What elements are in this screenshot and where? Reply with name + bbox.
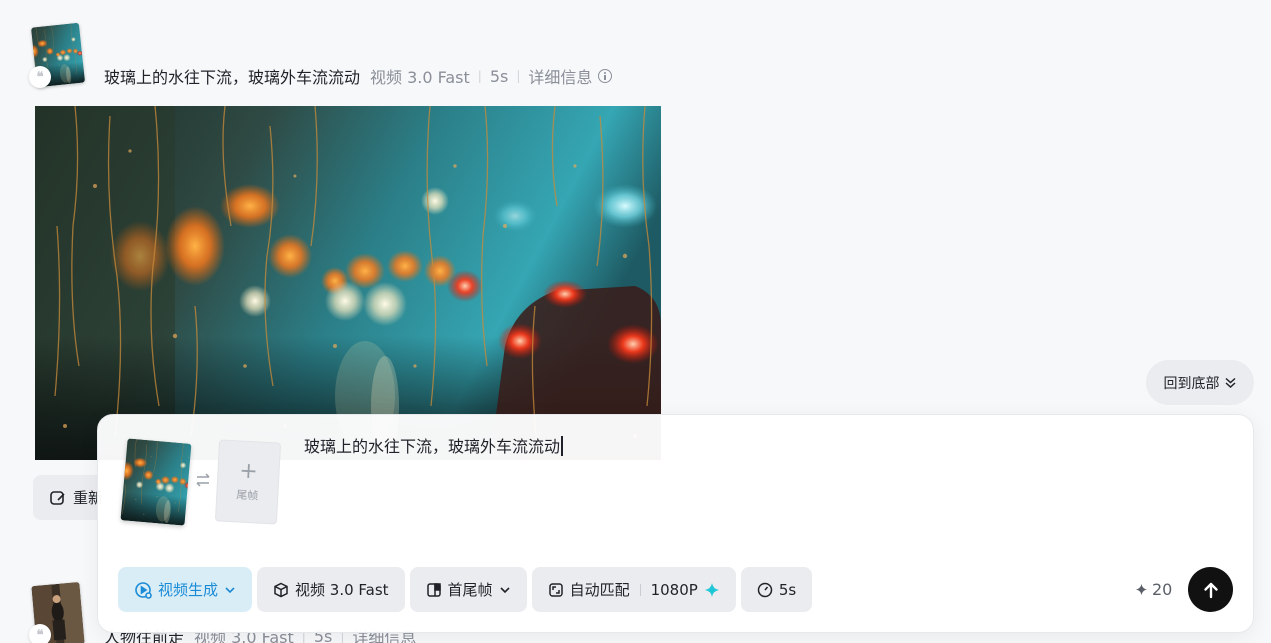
composer-toolbar: 视频生成 视频 3.0 Fast 首尾帧 自动匹配 1080P 5s (118, 567, 813, 612)
duration-select[interactable]: 5s (740, 567, 813, 612)
quote-icon: ❝ (29, 624, 51, 643)
info-icon[interactable] (598, 69, 613, 83)
credits-value: 20 (1152, 579, 1173, 599)
aspect-ratio-icon (548, 582, 563, 597)
feed-item-prompt-line: 玻璃上的水往下流，玻璃外车流流动 视频 3.0 Fast | 5s | 详细信息 (104, 64, 613, 88)
video-generate-icon (135, 581, 152, 599)
credits-cost: 20 (1135, 578, 1172, 600)
swap-frames-icon[interactable] (194, 471, 212, 489)
prompt-input[interactable]: 玻璃上的水往下流，玻璃外车流流动 (304, 436, 563, 458)
ratio-resolution-select[interactable]: 自动匹配 1080P (531, 567, 736, 612)
last-frame-label: 尾帧 (235, 488, 259, 503)
send-button[interactable] (1188, 567, 1233, 612)
meta-separator: | (477, 69, 482, 83)
first-frame-image[interactable] (120, 438, 192, 526)
details-link[interactable]: 详细信息 (528, 64, 592, 88)
sparkle-icon (704, 582, 719, 597)
quote-icon: ❝ (29, 66, 51, 88)
frames-select[interactable]: 首尾帧 (409, 567, 527, 612)
back-to-bottom-button[interactable]: 回到底部 (1146, 360, 1254, 405)
arrow-up-icon (1203, 582, 1218, 598)
resolution-label: 1080P (650, 580, 698, 599)
cube-icon (274, 582, 288, 597)
chip-divider (639, 583, 641, 596)
duration-label: 5s (778, 580, 797, 599)
clock-icon (757, 582, 773, 597)
feed-item-model: 视频 3.0 Fast (370, 68, 470, 87)
generated-video[interactable] (35, 106, 661, 460)
model-select[interactable]: 视频 3.0 Fast (257, 567, 405, 612)
plus-icon: + (238, 458, 259, 485)
feed-item-prompt[interactable]: 玻璃上的水往下流，玻璃外车流流动 (104, 64, 360, 88)
mode-select[interactable]: 视频生成 (118, 567, 253, 612)
last-frame-upload[interactable]: + 尾帧 (214, 439, 282, 525)
edit-icon (50, 490, 65, 505)
credit-sparkle-icon (1135, 583, 1148, 595)
ratio-label: 自动匹配 (569, 581, 630, 599)
back-to-bottom-label: 回到底部 (1163, 375, 1220, 392)
double-chevron-down-icon (1225, 377, 1235, 389)
chevron-down-icon (225, 586, 235, 593)
mode-label: 视频生成 (158, 581, 219, 599)
model-label: 视频 3.0 Fast (295, 581, 389, 599)
frames-label: 首尾帧 (447, 581, 493, 599)
feed-item-duration: 5s (489, 66, 509, 86)
frames-icon (426, 582, 441, 597)
chevron-down-icon (499, 586, 510, 593)
meta-separator: | (516, 69, 521, 83)
text-caret (561, 436, 563, 456)
prompt-input-text: 玻璃上的水往下流，玻璃外车流流动 (304, 437, 561, 456)
